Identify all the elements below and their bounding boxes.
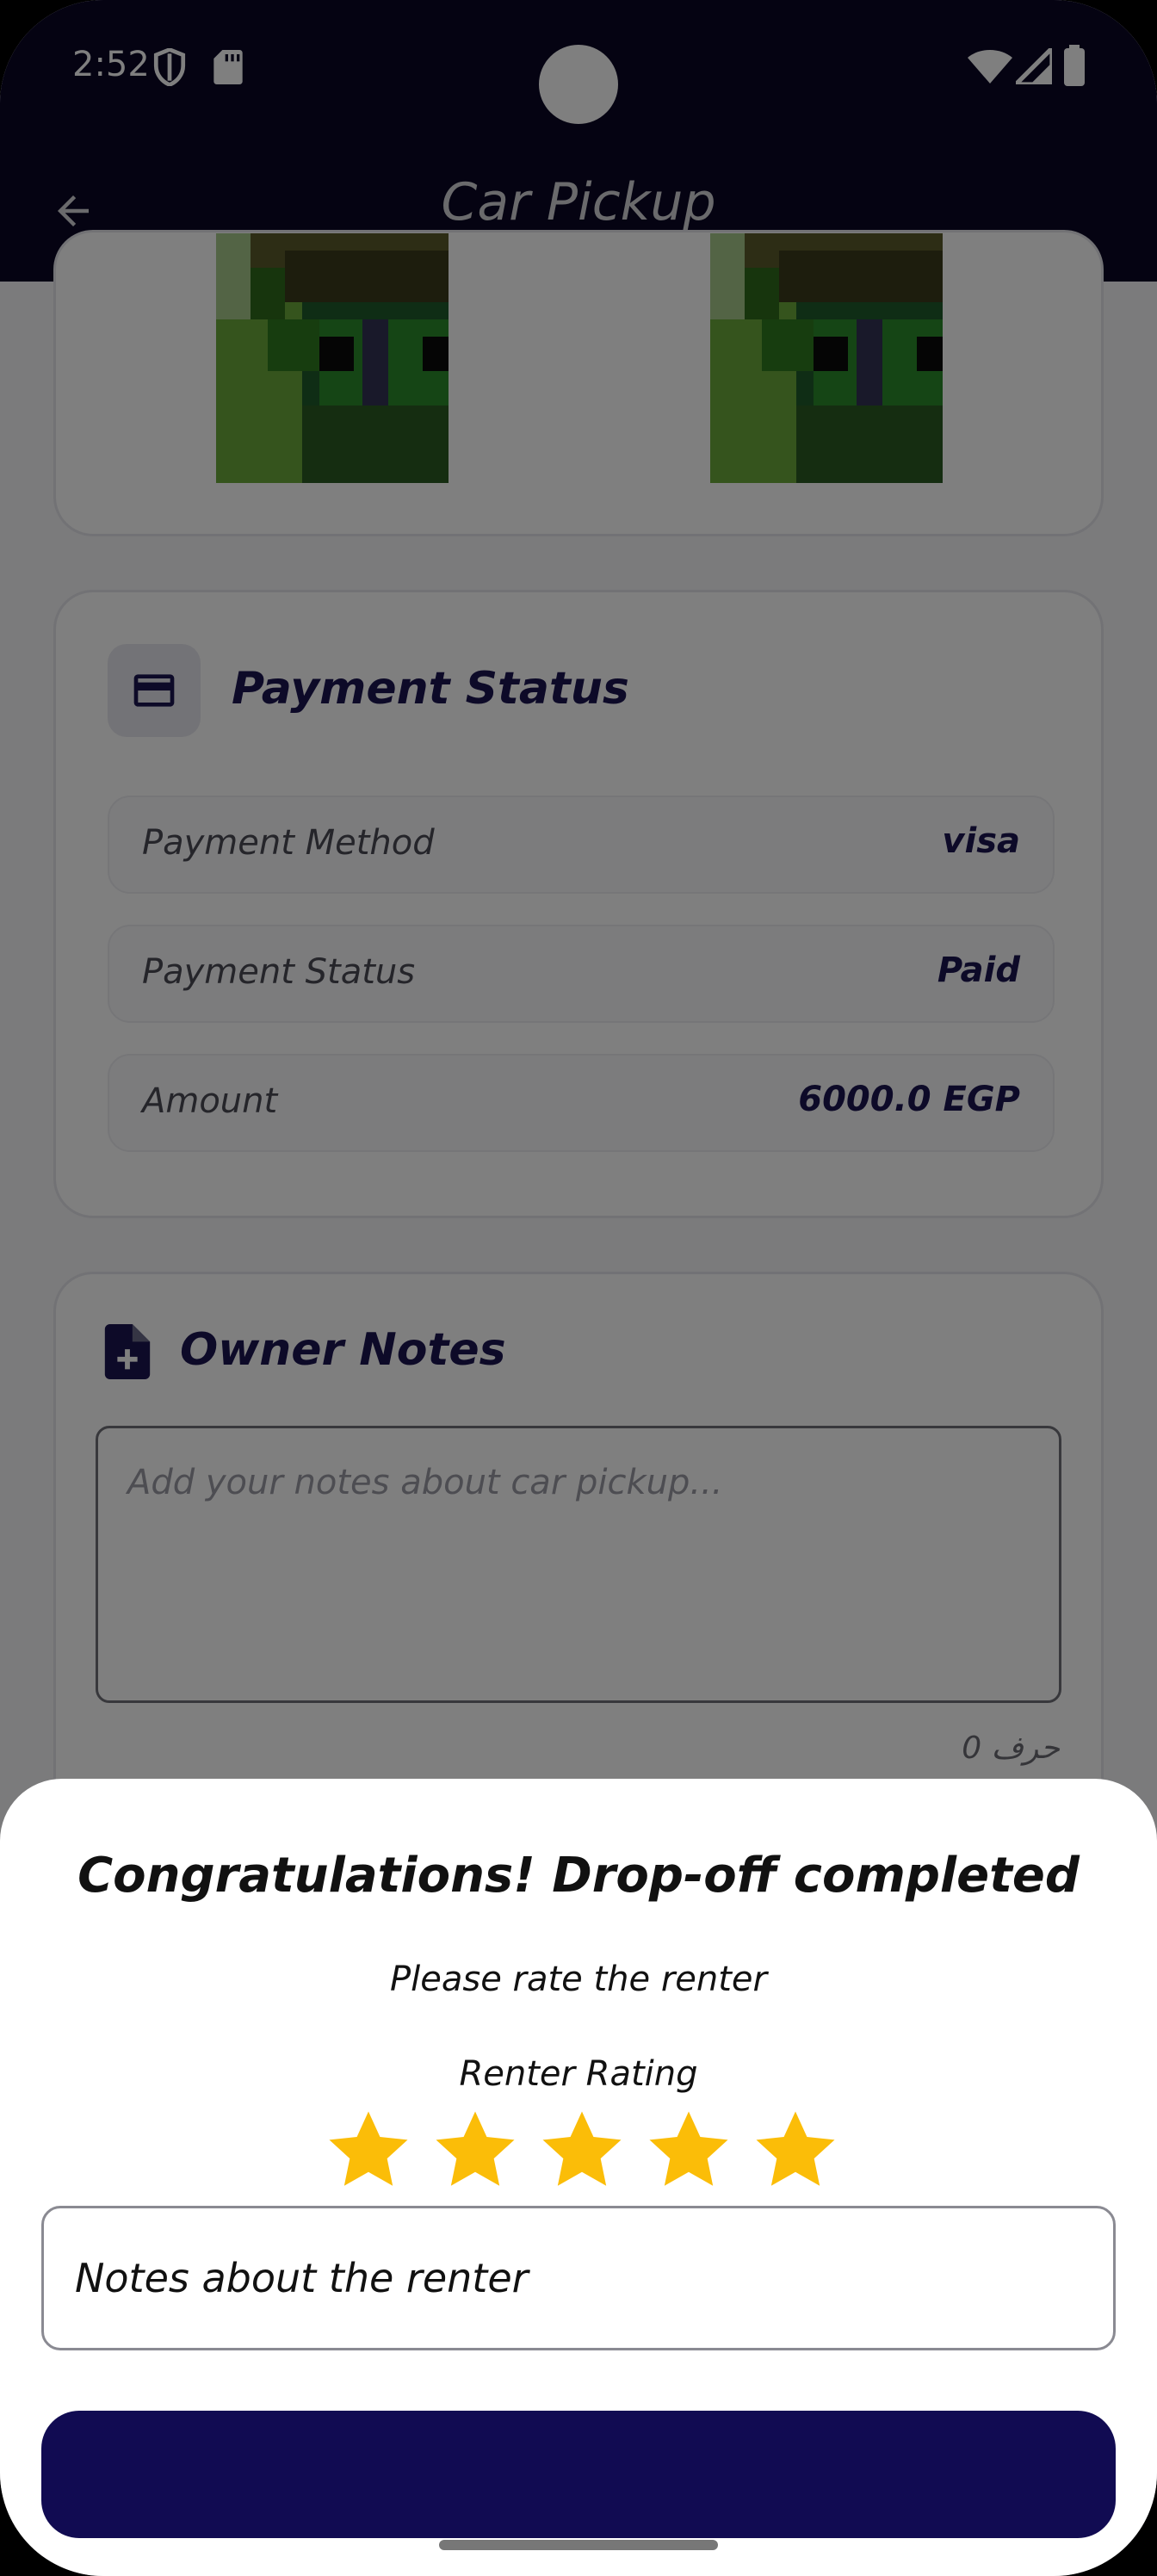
sheet-title: Congratulations! Drop-off completed	[77, 1848, 1080, 1904]
star-icon[interactable]	[751, 2106, 840, 2195]
star-icon[interactable]	[430, 2106, 520, 2195]
rating-label: Renter Rating	[459, 2054, 698, 2094]
rating-bottom-sheet: Congratulations! Drop-off completed Plea…	[0, 1779, 1157, 2576]
renter-notes-label: Notes about the renter	[75, 2255, 529, 2301]
star-icon[interactable]	[644, 2106, 733, 2195]
submit-rating-button[interactable]	[41, 2411, 1116, 2538]
star-icon[interactable]	[324, 2106, 413, 2195]
home-indicator[interactable]	[439, 2540, 718, 2550]
screen: 2:52 Car Pickup	[0, 0, 1157, 2576]
renter-notes-input[interactable]: Notes about the renter	[41, 2206, 1116, 2350]
star-rating[interactable]	[324, 2106, 840, 2201]
star-icon[interactable]	[537, 2106, 627, 2195]
sheet-subtitle: Please rate the renter	[390, 1960, 767, 1999]
